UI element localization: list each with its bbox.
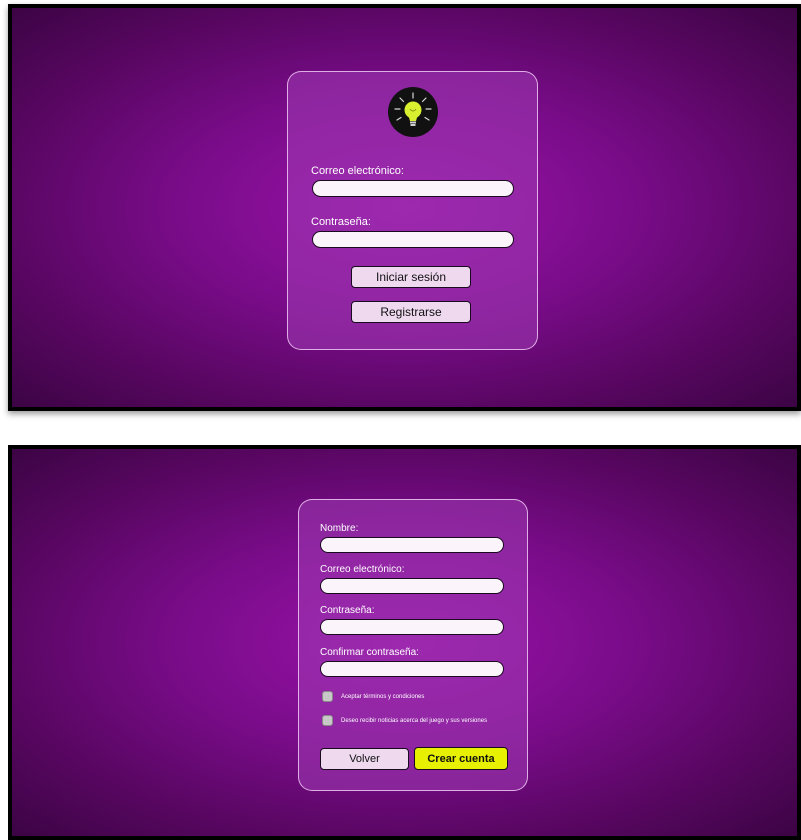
name-label: Nombre:	[320, 523, 359, 534]
register-button[interactable]: Registrarse	[351, 301, 471, 323]
reg-email-label: Correo electrónico:	[320, 564, 405, 575]
login-screen: Correo electrónico: Contraseña: Iniciar …	[8, 4, 801, 411]
name-field[interactable]	[320, 537, 504, 553]
reg-email-field[interactable]	[320, 578, 504, 594]
terms-checkbox[interactable]	[322, 691, 333, 702]
register-viewport: Nombre: Correo electrónico: Contraseña: …	[12, 449, 797, 836]
create-account-button[interactable]: Crear cuenta	[414, 747, 508, 770]
reg-password-label: Contraseña:	[320, 605, 375, 616]
confirm-password-label: Confirmar contraseña:	[320, 647, 419, 658]
email-label: Correo electrónico:	[311, 165, 404, 177]
password-field[interactable]	[312, 231, 514, 248]
email-field[interactable]	[312, 180, 514, 197]
login-viewport: Correo electrónico: Contraseña: Iniciar …	[12, 8, 797, 407]
login-panel: Correo electrónico: Contraseña: Iniciar …	[287, 71, 538, 350]
news-row: Deseo recibir noticias acerca del juego …	[322, 715, 487, 726]
reg-password-field[interactable]	[320, 619, 504, 635]
news-label: Deseo recibir noticias acerca del juego …	[341, 717, 488, 724]
terms-label: Aceptar términos y condiciones	[341, 693, 425, 700]
confirm-password-field[interactable]	[320, 661, 504, 677]
register-screen: Nombre: Correo electrónico: Contraseña: …	[8, 445, 801, 840]
lightbulb-icon	[388, 87, 438, 137]
register-panel: Nombre: Correo electrónico: Contraseña: …	[298, 499, 528, 791]
terms-row: Aceptar términos y condiciones	[322, 691, 424, 702]
login-button[interactable]: Iniciar sesión	[351, 266, 471, 288]
news-checkbox[interactable]	[322, 715, 333, 726]
back-button[interactable]: Volver	[320, 748, 409, 770]
password-label: Contraseña:	[311, 216, 371, 228]
